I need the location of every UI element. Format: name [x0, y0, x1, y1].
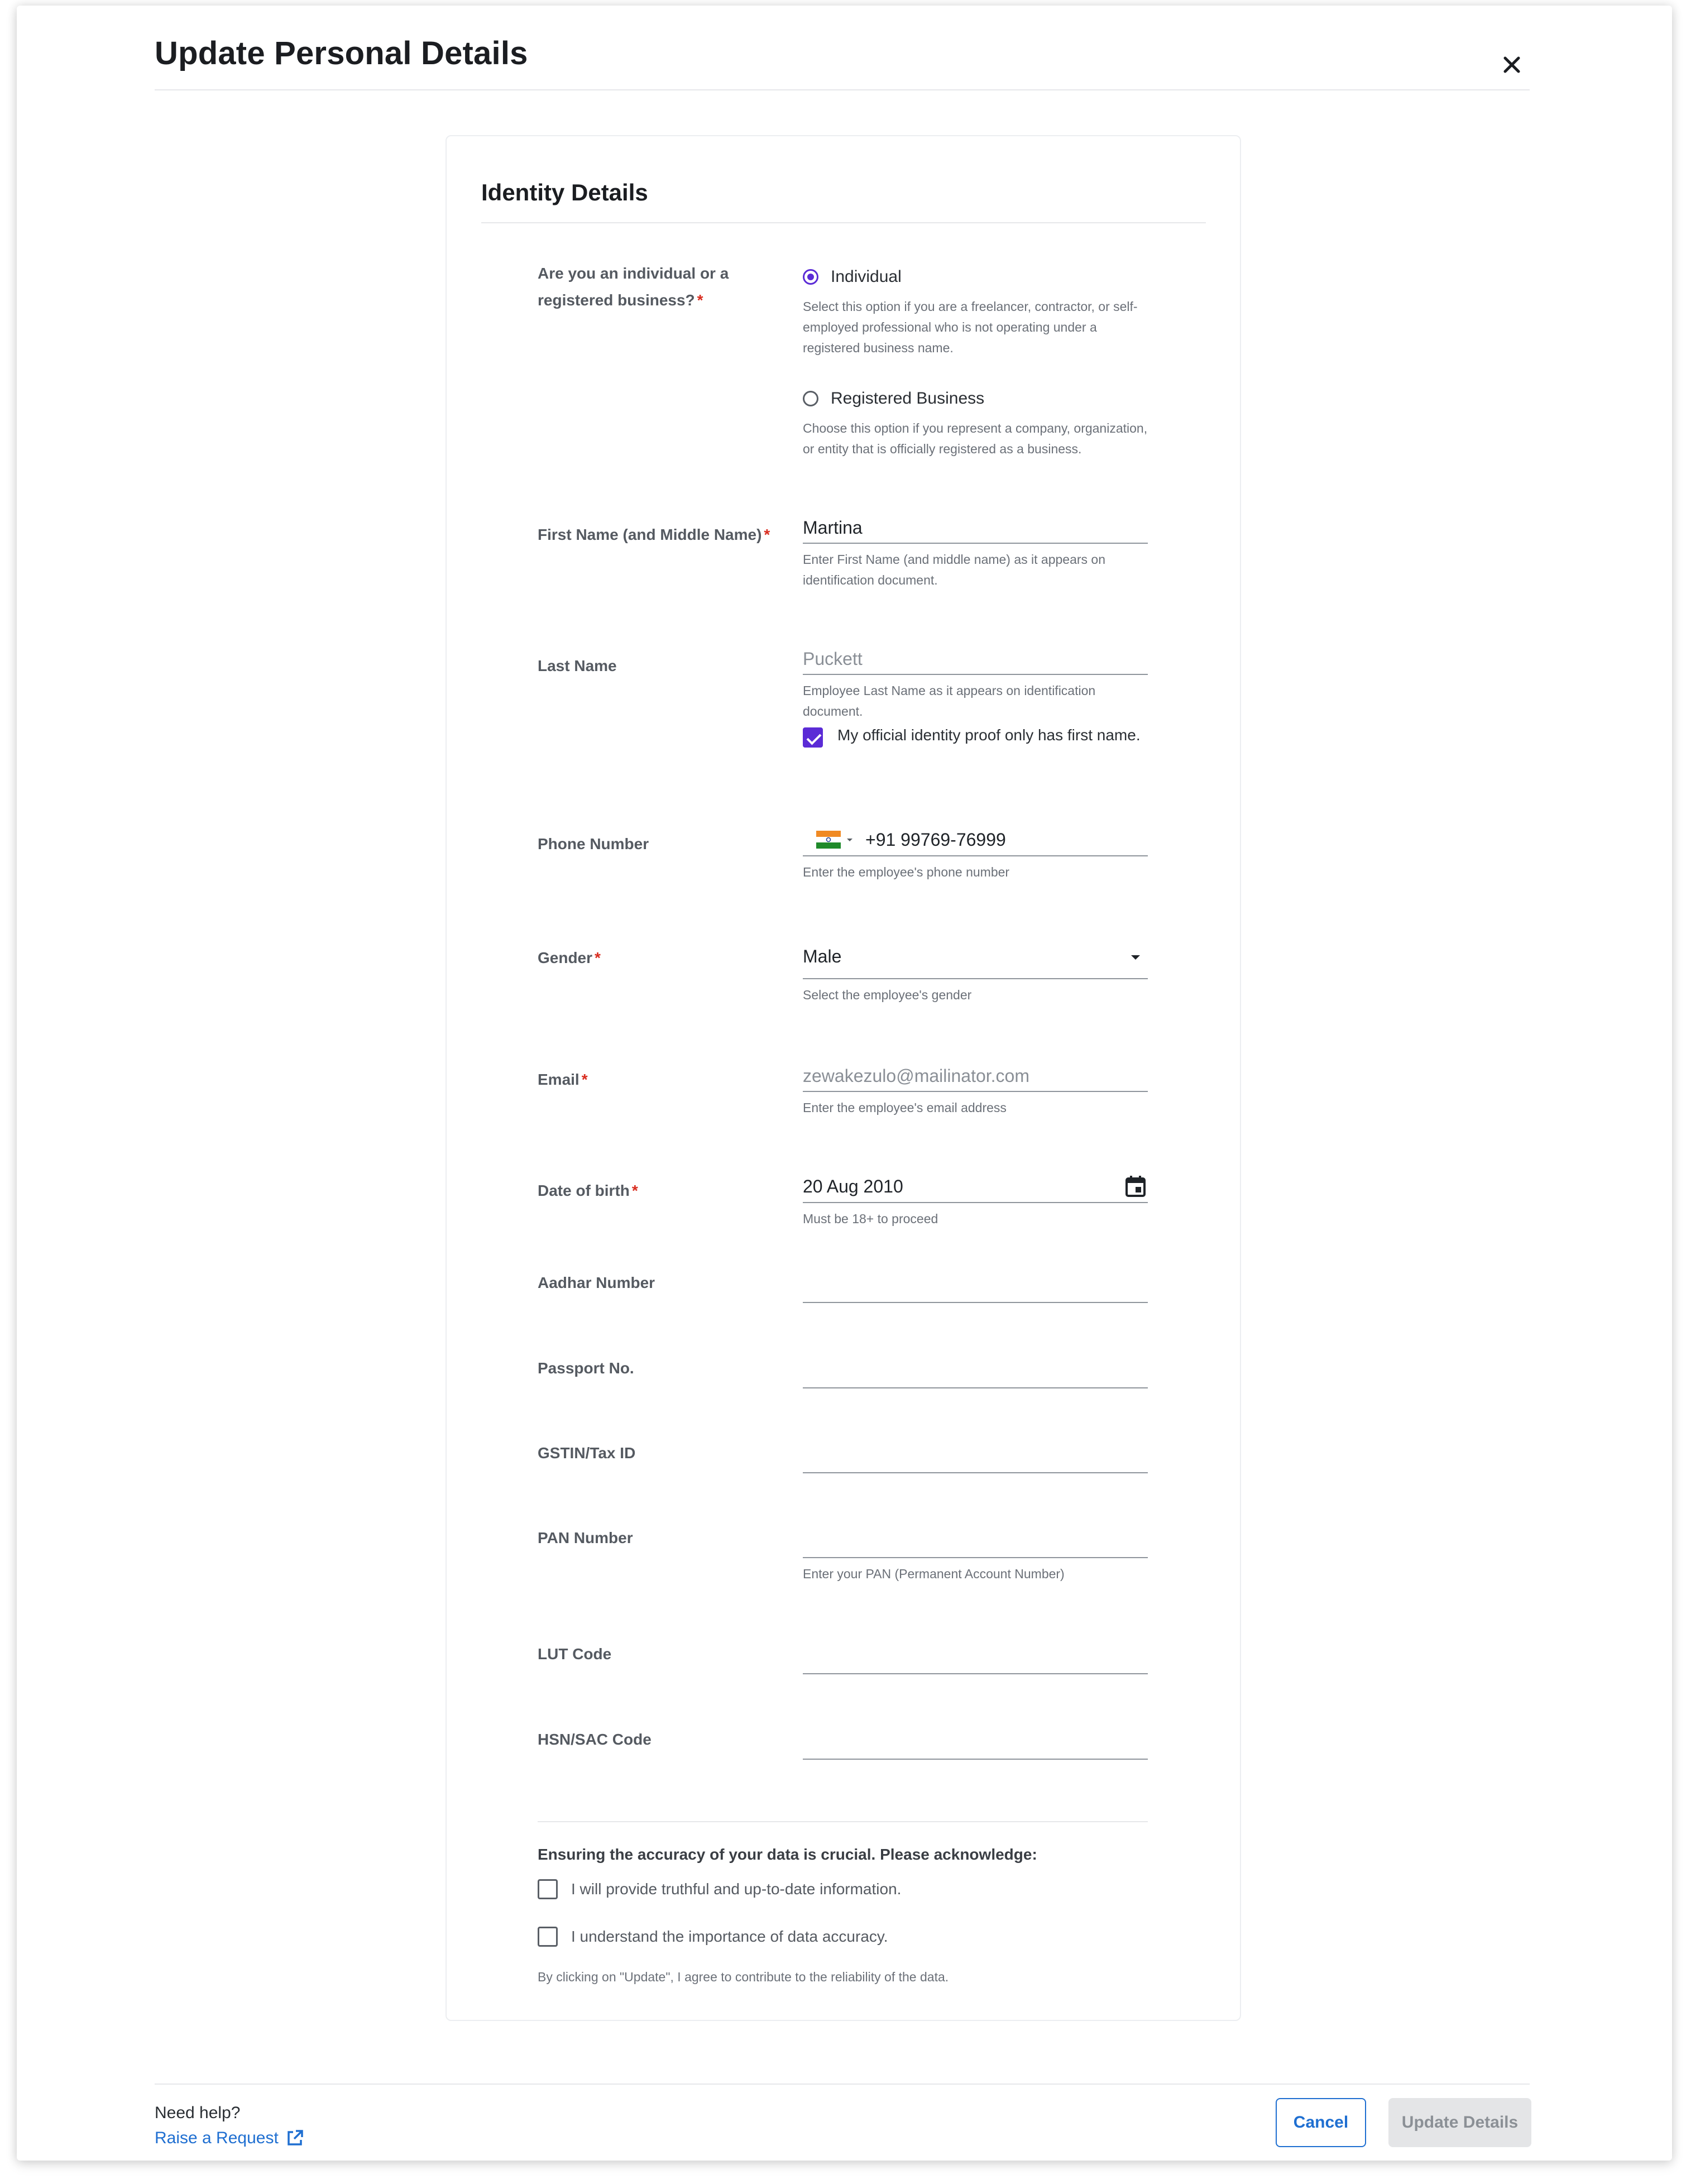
aadhar-label: Aadhar Number: [538, 1274, 655, 1291]
first-name-label: First Name (and Middle Name) *: [538, 526, 770, 543]
aadhar-field: [803, 1264, 1148, 1303]
calendar-icon[interactable]: [1124, 1175, 1147, 1198]
card-divider: [481, 222, 1206, 223]
identity-details-card: Identity Details Are you an individual o…: [446, 135, 1241, 2021]
phone-number-help: Enter the employee's phone number: [803, 865, 1010, 879]
pan-label: PAN Number: [538, 1529, 633, 1546]
dob-label: Date of birth *: [538, 1182, 638, 1199]
caret-down-icon: [847, 839, 852, 841]
dob-help: Must be 18+ to proceed: [803, 1211, 938, 1226]
external-link-icon: [288, 2130, 303, 2145]
hsn-input[interactable]: [803, 1721, 1148, 1760]
dob-value: 20 Aug 2010: [803, 1176, 903, 1196]
close-button[interactable]: [1496, 49, 1527, 80]
aadhar-input[interactable]: [803, 1264, 1148, 1303]
gender-label: Gender *: [538, 949, 601, 966]
last-name-label: Last Name: [538, 657, 617, 674]
modal-title: Update Personal Details: [155, 35, 528, 71]
entity-type-label: Are you an individual or a registered bu…: [538, 265, 729, 309]
lut-label: LUT Code: [538, 1645, 612, 1663]
email-input[interactable]: zewakezulo@mailinator.com: [803, 1060, 1148, 1092]
last-name-help: Employee Last Name as it appears on iden…: [803, 683, 1096, 719]
email-label: Email *: [538, 1071, 588, 1088]
radio-individual-label: Individual: [831, 267, 902, 286]
raise-request-link[interactable]: Raise a Request: [155, 2129, 304, 2148]
radio-registered-business[interactable]: Registered Business: [803, 389, 984, 408]
radio-individual-description: Select this option if you are a freelanc…: [803, 299, 1138, 355]
only-first-name-checkbox-row[interactable]: My official identity proof only has firs…: [803, 723, 1148, 748]
gstin-field: [803, 1434, 1148, 1473]
acknowledge-heading: Ensuring the accuracy of your data is cr…: [538, 1846, 1037, 1863]
chevron-down-icon: [1131, 955, 1140, 960]
last-name-field: Puckett Employee Last Name as it appears…: [803, 643, 1148, 748]
gender-value: Male: [803, 946, 842, 966]
update-personal-details-modal: Update Personal Details Identity Details…: [17, 6, 1672, 2161]
dob-field: 20 Aug 2010 Must be 18+ to proceed: [803, 1171, 1148, 1229]
card-title: Identity Details: [481, 179, 648, 205]
phone-number-field: +91 99769-76999 Enter the employee's pho…: [803, 824, 1148, 883]
passport-input[interactable]: [803, 1349, 1148, 1388]
update-details-button[interactable]: Update Details: [1388, 2098, 1531, 2147]
gender-field: Male Select the employee's gender: [803, 940, 1148, 1005]
radio-registered-business-indicator[interactable]: [803, 391, 818, 406]
passport-label: Passport No.: [538, 1359, 634, 1377]
gender-help: Select the employee's gender: [803, 988, 972, 1002]
dob-input[interactable]: 20 Aug 2010: [803, 1171, 1148, 1203]
acknowledge-label-truthful: I will provide truthful and up-to-date i…: [571, 1880, 902, 1898]
acknowledge-label-accuracy: I understand the importance of data accu…: [571, 1928, 888, 1945]
gender-select[interactable]: Male: [803, 940, 1148, 979]
last-name-input[interactable]: Puckett: [803, 643, 1148, 675]
gstin-input[interactable]: [803, 1434, 1148, 1473]
hsn-field: [803, 1721, 1148, 1760]
email-field: zewakezulo@mailinator.com Enter the empl…: [803, 1060, 1148, 1118]
phone-number-input[interactable]: +91 99769-76999: [803, 824, 1148, 856]
phone-number-label: Phone Number: [538, 835, 649, 852]
acknowledge-note: By clicking on "Update", I agree to cont…: [538, 1970, 949, 1984]
pan-help: Enter your PAN (Permanent Account Number…: [803, 1567, 1065, 1581]
country-code-selector[interactable]: [816, 831, 854, 849]
acknowledge-item-accuracy[interactable]: I understand the importance of data accu…: [538, 1927, 888, 1947]
lut-input[interactable]: [803, 1635, 1148, 1674]
acknowledge-checkbox-truthful[interactable]: [538, 1879, 558, 1899]
only-first-name-label: My official identity proof only has firs…: [837, 726, 1141, 744]
acknowledge-item-truthful[interactable]: I will provide truthful and up-to-date i…: [538, 1879, 901, 1899]
only-first-name-checkbox[interactable]: [803, 727, 823, 748]
header-divider: [155, 89, 1530, 90]
passport-field: [803, 1349, 1148, 1388]
hsn-label: HSN/SAC Code: [538, 1731, 652, 1748]
first-name-help: Enter First Name (and middle name) as it…: [803, 552, 1106, 587]
phone-number-value: +91 99769-76999: [865, 830, 1006, 850]
pan-input[interactable]: [803, 1519, 1148, 1558]
radio-individual[interactable]: Individual: [803, 267, 902, 286]
pan-field: Enter your PAN (Permanent Account Number…: [803, 1519, 1148, 1584]
acknowledge-checkbox-accuracy[interactable]: [538, 1927, 558, 1947]
gstin-label: GSTIN/Tax ID: [538, 1444, 636, 1462]
acknowledge-divider: [538, 1821, 1148, 1822]
email-help: Enter the employee's email address: [803, 1100, 1007, 1115]
first-name-input[interactable]: Martina: [803, 511, 1148, 544]
raise-request-label: Raise a Request: [155, 2129, 279, 2147]
first-name-field: Martina Enter First Name (and middle nam…: [803, 511, 1148, 591]
lut-field: [803, 1635, 1148, 1674]
close-icon: [1503, 56, 1520, 73]
radio-registered-business-description: Choose this option if you represent a co…: [803, 421, 1148, 456]
radio-registered-business-label: Registered Business: [831, 389, 985, 408]
india-flag-icon: [816, 831, 841, 849]
cancel-button[interactable]: Cancel: [1276, 2098, 1366, 2147]
radio-individual-indicator[interactable]: [803, 269, 818, 285]
need-help-text: Need help?: [155, 2104, 241, 2122]
footer-divider: [155, 2084, 1530, 2085]
